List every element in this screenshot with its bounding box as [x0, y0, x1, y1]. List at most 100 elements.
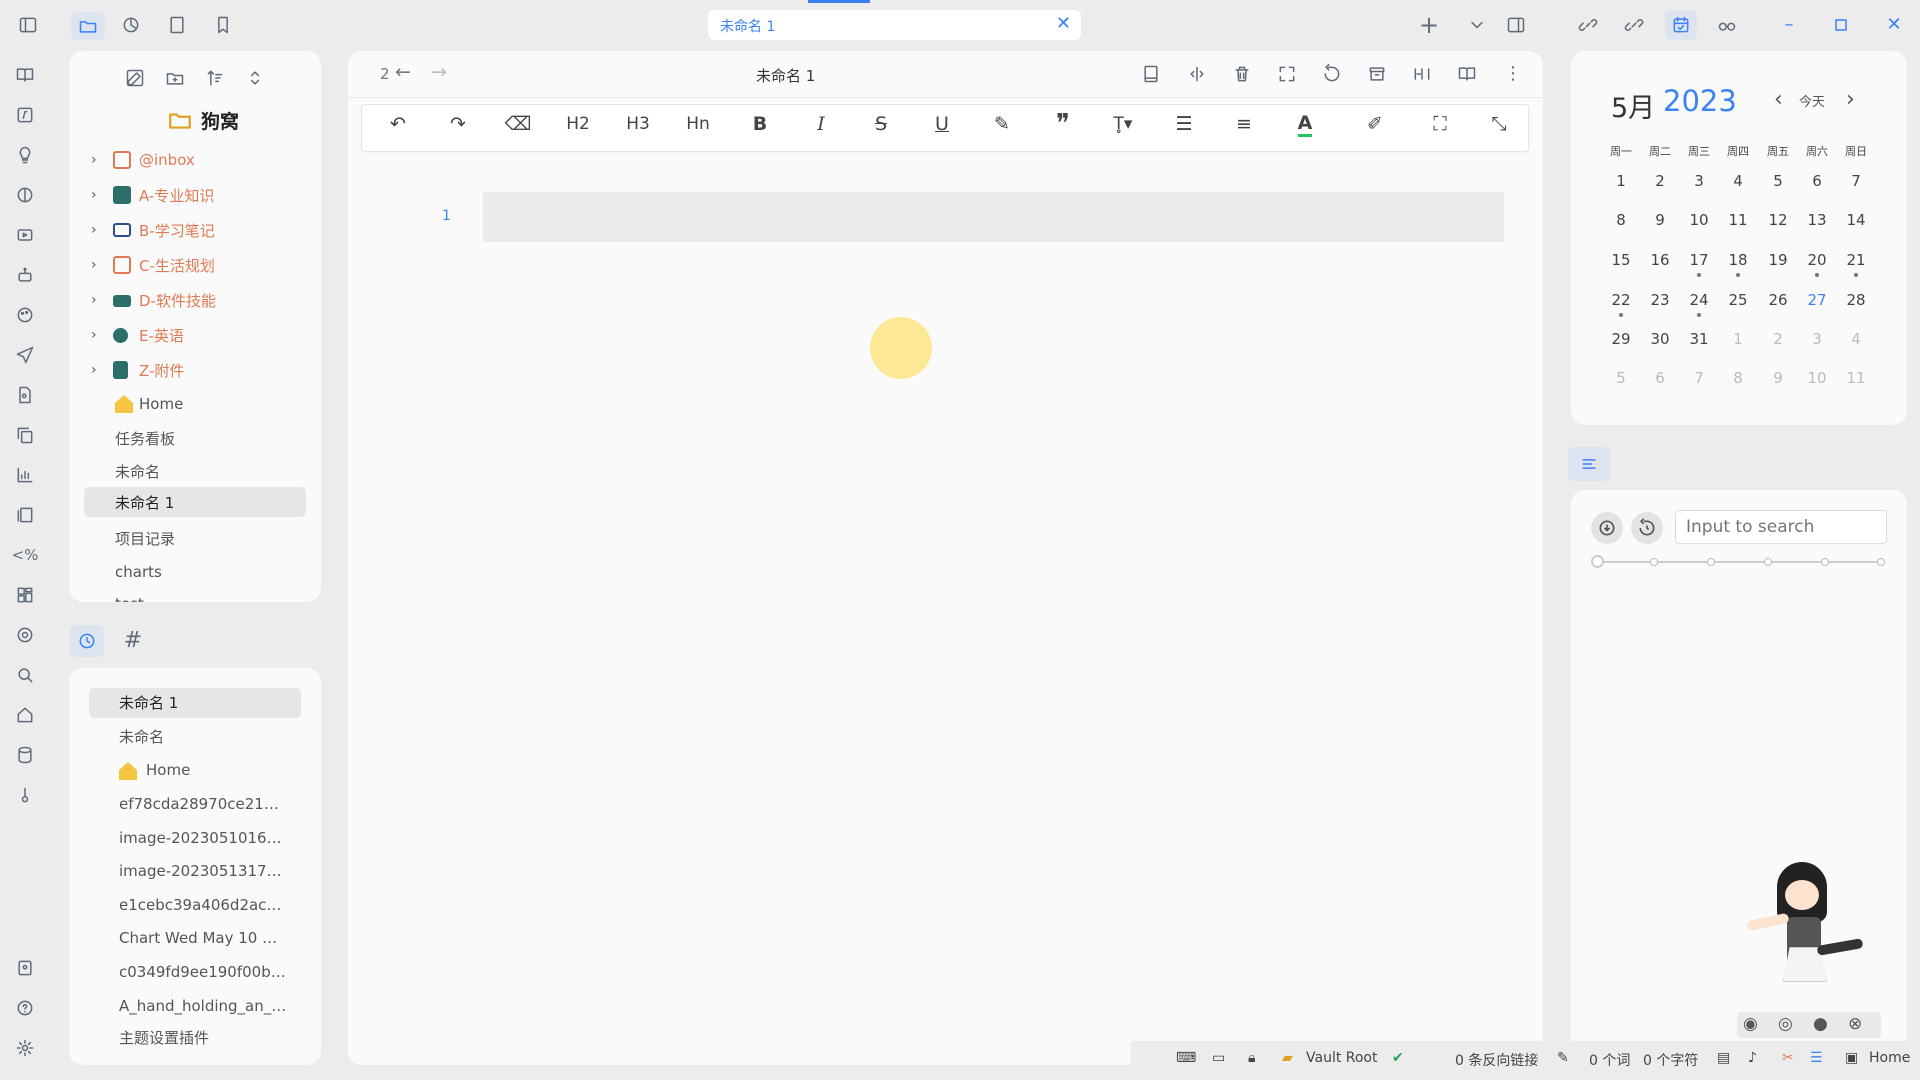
maximize-icon[interactable]: [1828, 12, 1854, 38]
calendar-day[interactable]: 3: [1679, 172, 1719, 190]
focus-mode-icon[interactable]: ⛶: [1420, 104, 1460, 144]
highlighter-icon[interactable]: ✎: [982, 104, 1022, 144]
split-icon[interactable]: [1184, 61, 1210, 87]
calendar-day[interactable]: 25: [1718, 291, 1758, 309]
file-explorer-icon[interactable]: [71, 12, 105, 40]
chevron-right-icon[interactable]: ›: [91, 187, 97, 203]
calendar-day[interactable]: 11: [1718, 211, 1758, 229]
lock-icon[interactable]: 🔒︎: [1248, 1050, 1255, 1066]
settings-gear-icon[interactable]: [12, 622, 38, 648]
github-icon[interactable]: ●: [1813, 1014, 1828, 1034]
reading-glasses-icon[interactable]: [1714, 12, 1740, 38]
calendar-day[interactable]: 5: [1601, 369, 1641, 387]
calendar-day[interactable]: 5: [1758, 172, 1798, 190]
recent-item[interactable]: A_hand_holding_an_…: [89, 991, 301, 1021]
undo-icon[interactable]: ↶: [378, 104, 418, 144]
calendar-day[interactable]: 6: [1640, 369, 1680, 387]
robot-icon[interactable]: [12, 262, 38, 288]
calendar-day[interactable]: 17: [1679, 251, 1719, 269]
fullscreen-icon[interactable]: [1274, 61, 1300, 87]
tree-folder-b[interactable]: › B-学习笔记: [69, 215, 321, 245]
recent-item[interactable]: e1cebc39a406d2ac…: [89, 890, 301, 920]
calendar-day[interactable]: 9: [1640, 211, 1680, 229]
back-arrow-icon[interactable]: ←: [395, 61, 411, 83]
book-view-icon[interactable]: [1138, 61, 1164, 87]
outgoing-link-icon[interactable]: [1621, 12, 1647, 38]
sidebar-toggle-icon[interactable]: [15, 12, 41, 38]
refresh-icon[interactable]: [1319, 61, 1345, 87]
heading-2-button[interactable]: H2: [558, 104, 598, 144]
calendar-day[interactable]: 8: [1601, 211, 1641, 229]
background-color-icon[interactable]: ✐: [1355, 104, 1395, 144]
tree-file-active[interactable]: 未命名 1: [84, 487, 306, 517]
tree-file[interactable]: 未命名: [69, 456, 321, 486]
collapse-all-icon[interactable]: [242, 65, 268, 91]
calendar-day[interactable]: 27: [1797, 291, 1837, 309]
list-icon[interactable]: ☰: [1164, 104, 1204, 144]
redo-icon[interactable]: ↷: [438, 104, 478, 144]
percent-code-icon[interactable]: <%: [8, 542, 42, 568]
thermometer-icon[interactable]: [12, 782, 38, 808]
user-circle-icon[interactable]: ◉: [1743, 1014, 1758, 1034]
note-title[interactable]: 未命名 1: [756, 65, 815, 86]
calendar-day[interactable]: 2: [1758, 330, 1798, 348]
database-icon[interactable]: [12, 742, 38, 768]
tools-icon[interactable]: ✂: [1782, 1050, 1794, 1066]
palette-icon[interactable]: [12, 302, 38, 328]
tree-folder-d[interactable]: › D-软件技能: [69, 285, 321, 315]
columns-icon[interactable]: [1409, 61, 1435, 87]
active-line[interactable]: [483, 192, 1504, 242]
calendar-day[interactable]: 23: [1640, 291, 1680, 309]
copy-icon[interactable]: [12, 422, 38, 448]
vault-root[interactable]: Vault Root: [1306, 1050, 1378, 1066]
tree-file-home[interactable]: Home: [69, 389, 321, 419]
calendar-day[interactable]: 31: [1679, 330, 1719, 348]
function-icon[interactable]: [12, 102, 38, 128]
calendar-day[interactable]: 26: [1758, 291, 1798, 309]
tree-folder-c[interactable]: › C-生活规划: [69, 250, 321, 280]
calendar-day[interactable]: 13: [1797, 211, 1837, 229]
calendar-day[interactable]: 15: [1601, 251, 1641, 269]
lightbulb-icon[interactable]: [12, 142, 38, 168]
next-month-icon[interactable]: ›: [1846, 87, 1855, 112]
calendar-day[interactable]: 29: [1601, 330, 1641, 348]
layout-icon[interactable]: ▣: [1845, 1050, 1858, 1066]
close-window-icon[interactable]: ✕: [1881, 12, 1907, 38]
bold-button[interactable]: B: [740, 104, 780, 144]
calendar-day[interactable]: 4: [1836, 330, 1876, 348]
calendar-day[interactable]: 2: [1640, 172, 1680, 190]
calendar-day[interactable]: 1: [1601, 172, 1641, 190]
trash-icon[interactable]: [1229, 61, 1255, 87]
plugin-check-icon[interactable]: ✔︎: [1392, 1050, 1404, 1066]
backlinks-count[interactable]: 0 条反向链接: [1455, 1050, 1538, 1070]
today-button[interactable]: 今天: [1799, 91, 1825, 110]
chevron-right-icon[interactable]: ›: [91, 152, 97, 168]
calendar-day[interactable]: 30: [1640, 330, 1680, 348]
chevron-right-icon[interactable]: ›: [91, 222, 97, 238]
tree-file[interactable]: charts: [69, 557, 321, 587]
recent-item[interactable]: Chart Wed May 10 …: [89, 923, 301, 953]
italic-button[interactable]: I: [801, 104, 841, 144]
calendar-day[interactable]: 7: [1679, 369, 1719, 387]
cards-icon[interactable]: [12, 502, 38, 528]
edit-pen-icon[interactable]: ✎: [1557, 1050, 1569, 1066]
settings-icon[interactable]: [12, 1035, 38, 1061]
tags-hash-icon[interactable]: #: [118, 627, 148, 655]
book-icon[interactable]: [164, 12, 190, 38]
file-search-icon[interactable]: [12, 382, 38, 408]
home-icon[interactable]: [12, 702, 38, 728]
brain-icon[interactable]: [12, 182, 38, 208]
sync-icon[interactable]: ▤: [1717, 1050, 1730, 1066]
list-view-icon[interactable]: ☰: [1810, 1050, 1823, 1066]
new-tab-icon[interactable]: +: [1416, 12, 1442, 38]
calendar-day[interactable]: 4: [1718, 172, 1758, 190]
outline-icon[interactable]: [1568, 447, 1610, 481]
search-input[interactable]: [1675, 510, 1887, 544]
recent-item[interactable]: 主题设置插件: [89, 1023, 301, 1053]
tree-folder-a[interactable]: › A-专业知识: [69, 180, 321, 210]
calendar-day[interactable]: 28: [1836, 291, 1876, 309]
recent-files-clock-icon[interactable]: [70, 625, 104, 657]
recent-item-active[interactable]: 未命名 1: [89, 688, 301, 718]
new-note-icon[interactable]: [122, 65, 148, 91]
vault-title[interactable]: 狗窝: [165, 105, 239, 135]
